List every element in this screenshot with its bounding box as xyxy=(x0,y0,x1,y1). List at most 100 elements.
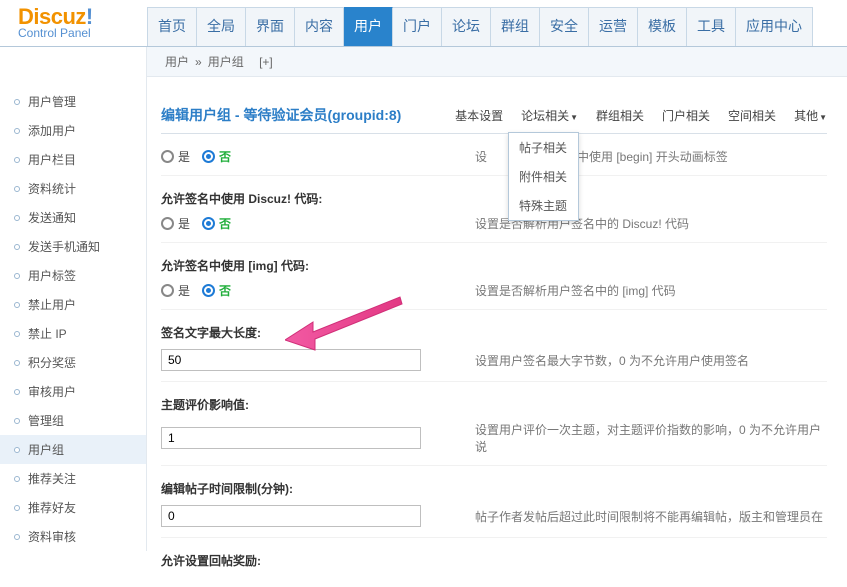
radio-no[interactable]: 否 xyxy=(202,148,231,165)
logo: Discuz! Control Panel xyxy=(0,0,147,46)
sidebar-item-label: 用户管理 xyxy=(28,93,76,110)
sidebar: 用户管理添加用户用户栏目资料统计发送通知发送手机通知用户标签禁止用户禁止 IP 积… xyxy=(0,47,147,551)
radio-yes[interactable]: 是 xyxy=(161,215,190,232)
topnav-item-1[interactable]: 全局 xyxy=(197,7,246,46)
sidebar-item-8[interactable]: 禁止 IP xyxy=(0,319,146,348)
radio-circle-icon xyxy=(161,150,174,163)
topnav-item-5[interactable]: 门户 xyxy=(393,7,442,46)
bullet-icon xyxy=(14,534,20,540)
bullet-icon xyxy=(14,215,20,221)
bullet-icon xyxy=(14,128,20,134)
sidebar-item-7[interactable]: 禁止用户 xyxy=(0,290,146,319)
radio-yes[interactable]: 是 xyxy=(161,148,190,165)
sidebar-item-label: 审核用户 xyxy=(28,383,76,400)
sidebar-item-0[interactable]: 用户管理 xyxy=(0,87,146,116)
sub-tabs: 基本设置 论坛相关▼ 群组相关 门户相关 空间相关 其他▼ xyxy=(455,107,827,124)
radio-circle-icon xyxy=(202,284,215,297)
logo-subtitle: Control Panel xyxy=(18,26,147,40)
sidebar-item-label: 发送手机通知 xyxy=(28,238,100,255)
row-label: 主题评价影响值: xyxy=(161,396,827,413)
sidebar-item-11[interactable]: 管理组 xyxy=(0,406,146,435)
subtab-0[interactable]: 基本设置 xyxy=(455,107,503,124)
radio-label: 是 xyxy=(178,282,190,299)
sidebar-item-1[interactable]: 添加用户 xyxy=(0,116,146,145)
topnav-item-7[interactable]: 群组 xyxy=(491,7,540,46)
sidebar-item-label: 禁止用户 xyxy=(28,296,76,313)
sidebar-item-13[interactable]: 推荐关注 xyxy=(0,464,146,493)
bullet-icon xyxy=(14,331,20,337)
radio-label: 否 xyxy=(219,282,231,299)
sidebar-item-label: 用户栏目 xyxy=(28,151,76,168)
sidebar-item-2[interactable]: 用户栏目 xyxy=(0,145,146,174)
sidebar-item-15[interactable]: 资料审核 xyxy=(0,522,146,551)
subtab-1[interactable]: 论坛相关▼ xyxy=(521,107,578,124)
text-input-5[interactable] xyxy=(161,505,421,527)
topnav-item-3[interactable]: 内容 xyxy=(295,7,344,46)
row-label: 编辑帖子时间限制(分钟): xyxy=(161,480,827,497)
dropdown-item-1[interactable]: 附件相关 xyxy=(509,162,578,191)
sidebar-item-label: 用户组 xyxy=(28,441,64,458)
crumb-user[interactable]: 用户 xyxy=(165,53,189,70)
radio-no[interactable]: 否 xyxy=(202,282,231,299)
form-row-0: 是否设子中使用 [begin] 开头动画标签 xyxy=(161,134,827,176)
topnav-item-4[interactable]: 用户 xyxy=(344,7,393,46)
row-desc: 设置用户评价一次主题，对主题评价指数的影响，0 为不允许用户说 xyxy=(475,421,827,455)
topnav-item-11[interactable]: 工具 xyxy=(687,7,736,46)
crumb-usergroup[interactable]: 用户组 xyxy=(208,53,244,70)
row-desc: 设置用户签名最大字节数，0 为不允许用户使用签名 xyxy=(475,352,827,369)
radio-yes[interactable]: 是 xyxy=(161,282,190,299)
sidebar-item-10[interactable]: 审核用户 xyxy=(0,377,146,406)
radio-circle-icon xyxy=(202,150,215,163)
subtab-4[interactable]: 空间相关 xyxy=(728,107,776,124)
subtab-3[interactable]: 门户相关 xyxy=(662,107,710,124)
row-control xyxy=(161,505,471,527)
chevron-down-icon: ▼ xyxy=(819,113,827,122)
bullet-icon xyxy=(14,505,20,511)
bullet-icon xyxy=(14,244,20,250)
sidebar-item-9[interactable]: 积分奖惩 xyxy=(0,348,146,377)
subtab-2[interactable]: 群组相关 xyxy=(596,107,644,124)
row-desc: 设置是否解析用户签名中的 [img] 代码 xyxy=(475,282,827,299)
sidebar-item-5[interactable]: 发送手机通知 xyxy=(0,232,146,261)
sidebar-item-label: 管理组 xyxy=(28,412,64,429)
row-label: 允许签名中使用 Discuz! 代码: xyxy=(161,190,827,207)
topnav-item-6[interactable]: 论坛 xyxy=(442,7,491,46)
topnav-item-12[interactable]: 应用中心 xyxy=(736,7,813,46)
chevron-down-icon: ▼ xyxy=(570,113,578,122)
subtab-5[interactable]: 其他▼ xyxy=(794,107,827,124)
bullet-icon xyxy=(14,418,20,424)
radio-circle-icon xyxy=(161,217,174,230)
sidebar-item-label: 禁止 IP xyxy=(28,325,67,342)
form-row-2: 允许签名中使用 [img] 代码: 是 否 设置是否解析用户签名中的 [img] 代码 xyxy=(161,243,827,310)
topnav-item-0[interactable]: 首页 xyxy=(147,7,197,46)
dropdown-item-2[interactable]: 特殊主题 xyxy=(509,191,578,220)
sidebar-item-12[interactable]: 用户组 xyxy=(0,435,146,464)
form-row-3: 签名文字最大长度:设置用户签名最大字节数，0 为不允许用户使用签名 xyxy=(161,310,827,382)
crumb-add[interactable]: [+] xyxy=(259,55,273,69)
form-row-5: 编辑帖子时间限制(分钟):帖子作者发帖后超过此时间限制将不能再编辑帖，版主和管理… xyxy=(161,466,827,538)
form-row-6: 允许设置回帖奖励: xyxy=(161,538,827,587)
row-control xyxy=(161,427,471,449)
form-row-1: 允许签名中使用 Discuz! 代码:是否设置是否解析用户签名中的 Discuz… xyxy=(161,176,827,243)
breadcrumb: 用户 » 用户组 [+] xyxy=(147,47,847,77)
sidebar-item-3[interactable]: 资料统计 xyxy=(0,174,146,203)
main-area: 用户 » 用户组 [+] 编辑用户组 - 等待验证会员(groupid:8) 基… xyxy=(147,47,847,551)
bullet-icon xyxy=(14,447,20,453)
sidebar-item-14[interactable]: 推荐好友 xyxy=(0,493,146,522)
sidebar-item-6[interactable]: 用户标签 xyxy=(0,261,146,290)
topnav-item-8[interactable]: 安全 xyxy=(540,7,589,46)
topnav-item-10[interactable]: 模板 xyxy=(638,7,687,46)
dropdown-item-0[interactable]: 帖子相关 xyxy=(509,133,578,162)
radio-label: 是 xyxy=(178,148,190,165)
radio-circle-icon xyxy=(161,284,174,297)
topnav-item-9[interactable]: 运营 xyxy=(589,7,638,46)
bullet-icon xyxy=(14,302,20,308)
radio-no[interactable]: 否 xyxy=(202,215,231,232)
sidebar-item-4[interactable]: 发送通知 xyxy=(0,203,146,232)
sidebar-item-label: 推荐关注 xyxy=(28,470,76,487)
topnav-item-2[interactable]: 界面 xyxy=(246,7,295,46)
row-label: 允许签名中使用 [img] 代码: xyxy=(161,257,827,274)
text-input-3[interactable] xyxy=(161,349,421,371)
bullet-icon xyxy=(14,476,20,482)
text-input-4[interactable] xyxy=(161,427,421,449)
